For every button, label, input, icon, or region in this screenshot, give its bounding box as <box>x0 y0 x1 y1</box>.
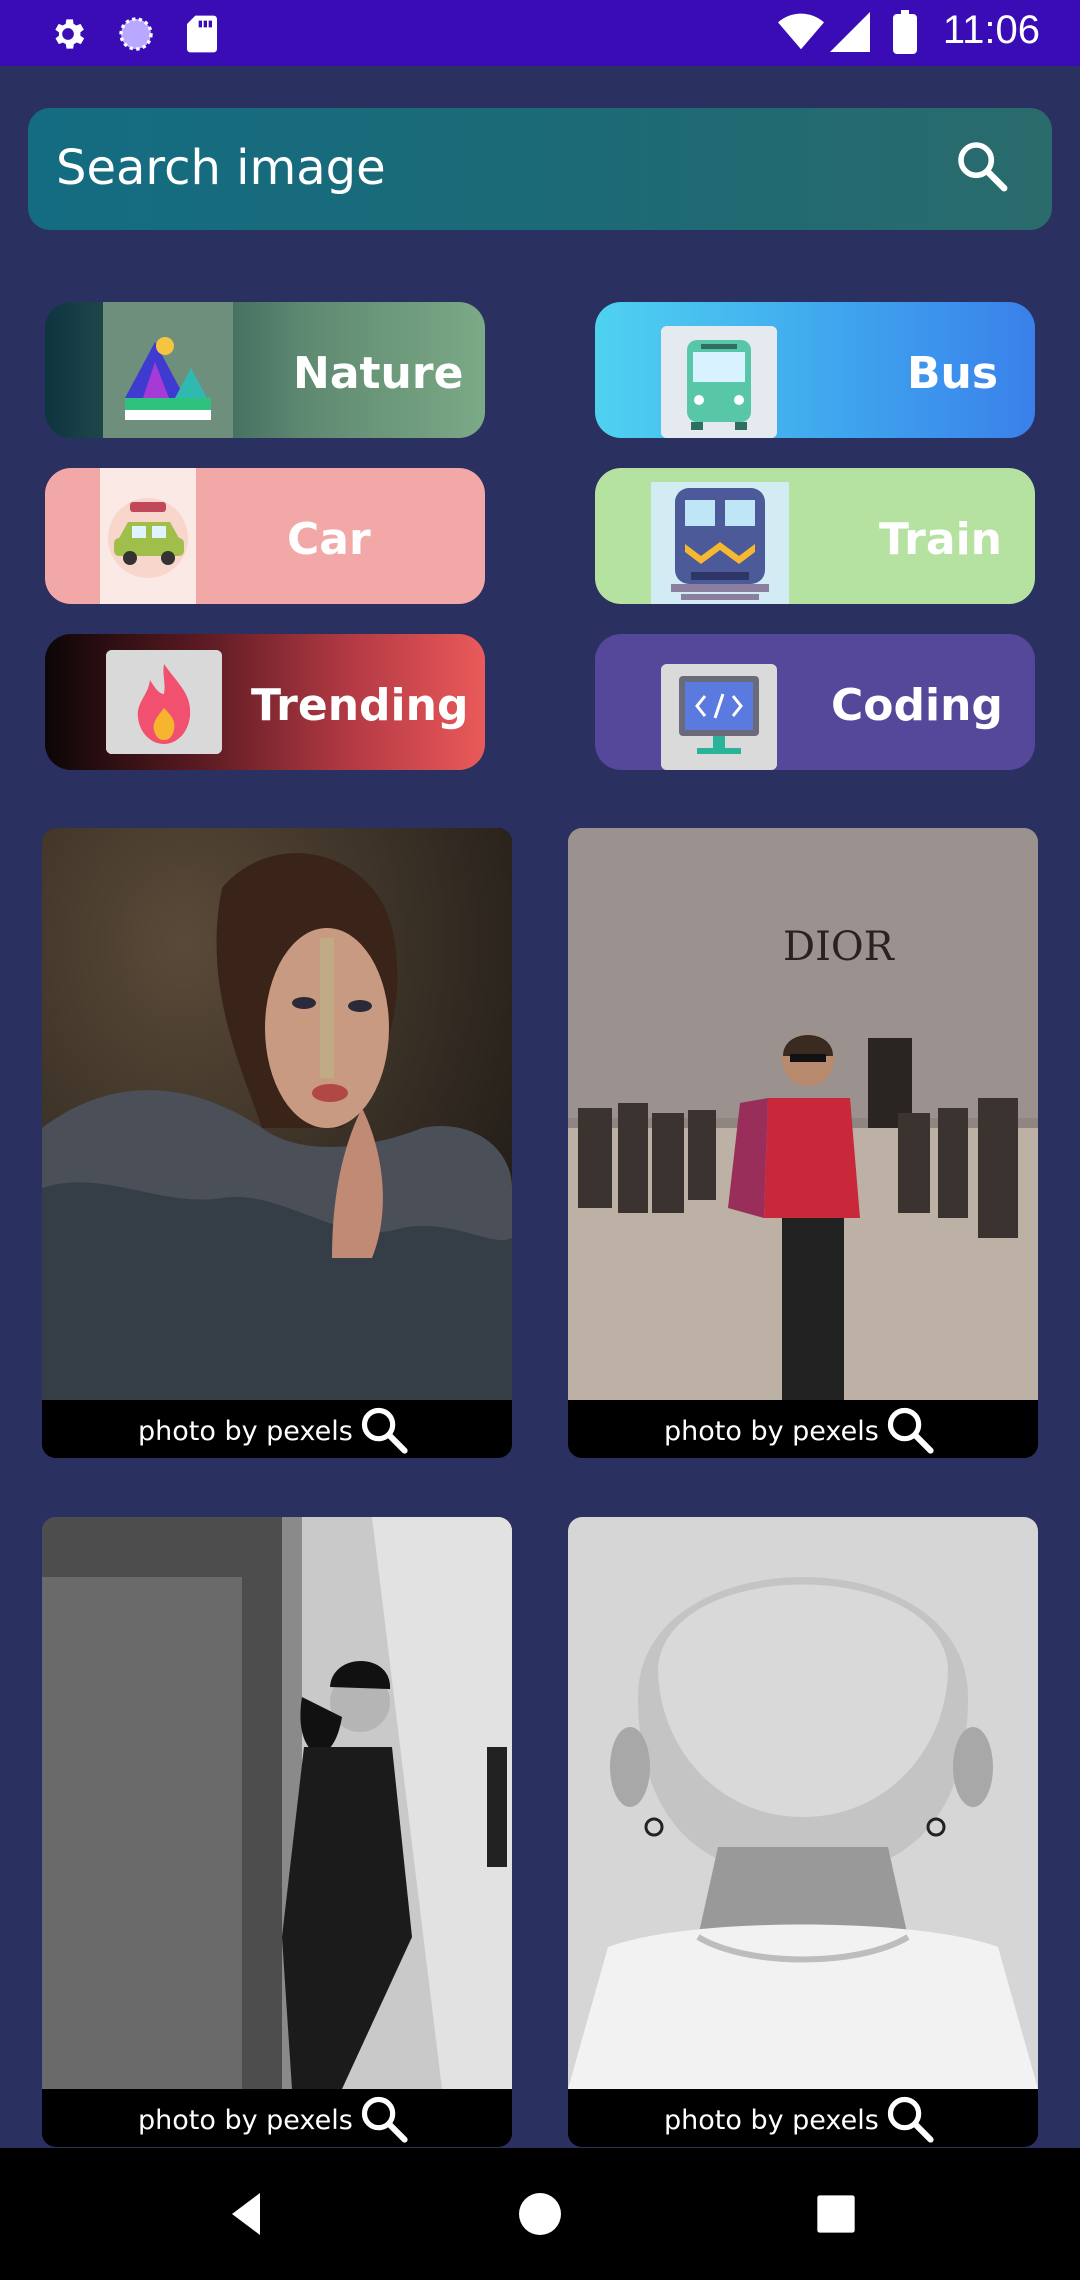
mountain-landscape-icon <box>103 302 233 438</box>
train-icon <box>651 482 789 604</box>
search-icon[interactable] <box>358 1404 410 1458</box>
search-icon[interactable] <box>954 138 1010 199</box>
category-label: Trending <box>251 680 469 731</box>
category-nature[interactable]: Nature <box>45 302 485 438</box>
clock: 11:06 <box>942 8 1040 52</box>
photo-image[interactable] <box>42 828 512 1400</box>
caption-text: photo by pexels <box>138 1416 353 1447</box>
flame-icon <box>106 650 222 754</box>
photo-image[interactable]: DIOR <box>568 828 1038 1400</box>
photo-card[interactable]: photo by pexels <box>42 828 512 1458</box>
category-trending[interactable]: Trending <box>45 634 485 770</box>
category-bus[interactable]: Bus <box>595 302 1035 438</box>
battery-icon <box>892 10 918 59</box>
photo-card[interactable]: DIOR photo by pexels <box>568 828 1038 1458</box>
photo-caption: photo by pexels <box>568 1400 1038 1458</box>
category-label: Train <box>879 514 1002 565</box>
photo-card[interactable]: photo by pexels <box>42 1517 512 2147</box>
sd-card-icon <box>184 14 220 59</box>
photo-image[interactable] <box>42 1517 512 2089</box>
search-bar[interactable]: Search image <box>28 108 1052 230</box>
wifi-icon <box>778 12 824 57</box>
navigation-bar <box>0 2148 1080 2280</box>
photo-caption: photo by pexels <box>42 2089 512 2147</box>
photo-caption: photo by pexels <box>42 1400 512 1458</box>
monitor-code-icon <box>661 664 777 770</box>
photo-image[interactable] <box>568 1517 1038 2089</box>
search-placeholder[interactable]: Search image <box>56 140 386 196</box>
category-train[interactable]: Train <box>595 468 1035 604</box>
photo-caption: photo by pexels <box>568 2089 1038 2147</box>
recents-icon[interactable] <box>808 2186 864 2242</box>
car-icon <box>100 468 196 604</box>
gear-icon <box>48 14 88 59</box>
category-label: Car <box>287 514 371 565</box>
search-icon[interactable] <box>884 2093 936 2147</box>
loading-circle-icon <box>116 14 156 59</box>
signal-icon <box>830 12 870 57</box>
category-car[interactable]: Car <box>45 468 485 604</box>
caption-text: photo by pexels <box>664 1416 879 1447</box>
category-label: Nature <box>293 348 464 399</box>
category-label: Coding <box>831 680 1003 731</box>
dior-sign: DIOR <box>783 924 896 970</box>
caption-text: photo by pexels <box>138 2105 353 2136</box>
category-coding[interactable]: Coding <box>595 634 1035 770</box>
home-icon[interactable] <box>512 2186 568 2242</box>
status-bar: 11:06 <box>0 0 1080 66</box>
search-icon[interactable] <box>358 2093 410 2147</box>
screen: 11:06 Search image Nature Bus Car Train … <box>0 0 1080 2280</box>
search-icon[interactable] <box>884 1404 936 1458</box>
back-icon[interactable] <box>218 2186 274 2242</box>
photo-card[interactable]: photo by pexels <box>568 1517 1038 2147</box>
category-label: Bus <box>907 348 999 399</box>
bus-icon <box>661 326 777 438</box>
caption-text: photo by pexels <box>664 2105 879 2136</box>
